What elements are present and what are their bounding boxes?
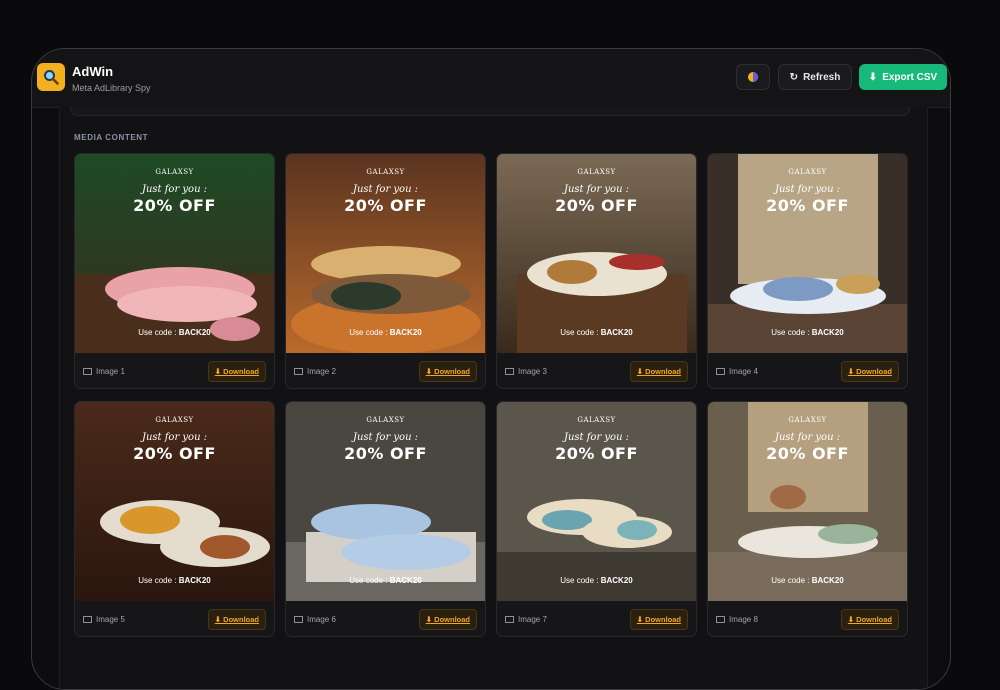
ad-image[interactable]: GALAXSY Just for you : 20% OFF Use code …	[75, 154, 274, 353]
ad-offer: 20% OFF	[766, 444, 849, 463]
ad-brand: GALAXSY	[155, 416, 194, 424]
ad-tagline: Just for you :	[563, 432, 630, 443]
ad-offer: 20% OFF	[766, 196, 849, 215]
ad-tagline: Just for you :	[563, 184, 630, 195]
image-label: Image 3	[505, 367, 547, 376]
ad-tagline: Just for you :	[774, 184, 841, 195]
ad-offer: 20% OFF	[344, 444, 427, 463]
ad-tagline: Just for you :	[352, 184, 419, 195]
media-card: GALAXSY Just for you : 20% OFF Use code …	[74, 153, 275, 389]
export-csv-button[interactable]: ⬇ Export CSV	[859, 64, 947, 90]
theme-toggle-button[interactable]	[736, 64, 770, 90]
app-title: AdWin	[72, 64, 114, 79]
card-footer: Image 2 ⬇ Download	[286, 353, 485, 388]
ad-code-line: Use code : BACK20	[349, 576, 422, 585]
ad-offer: 20% OFF	[133, 444, 216, 463]
image-label: Image 6	[294, 615, 336, 624]
ad-tagline: Just for you :	[774, 432, 841, 443]
theme-toggle-icon	[748, 72, 758, 82]
download-button[interactable]: ⬇ Download	[629, 361, 688, 382]
card-footer: Image 6 ⬇ Download	[286, 601, 485, 636]
ad-code-line: Use code : BACK20	[138, 328, 211, 337]
image-label: Image 2	[294, 367, 336, 376]
ad-code-line: Use code : BACK20	[560, 328, 633, 337]
ad-image[interactable]: GALAXSY Just for you : 20% OFF Use code …	[708, 402, 907, 601]
ad-code-line: Use code : BACK20	[560, 576, 633, 585]
image-label: Image 7	[505, 615, 547, 624]
ad-image[interactable]: GALAXSY Just for you : 20% OFF Use code …	[286, 402, 485, 601]
card-footer: Image 1 ⬇ Download	[75, 353, 274, 388]
ad-detail-panel: MEDIA CONTENT GALAXSY Just for you : 20%	[59, 107, 928, 689]
ad-offer: 20% OFF	[555, 196, 638, 215]
ad-tagline: Just for you :	[352, 432, 419, 443]
card-footer: Image 4 ⬇ Download	[708, 353, 907, 388]
image-icon	[83, 368, 92, 375]
download-button[interactable]: ⬇ Download	[207, 361, 266, 382]
image-icon	[505, 368, 514, 375]
app-window: AdWin Meta AdLibrary Spy ↻ Refresh ⬇ Exp…	[31, 48, 951, 690]
ad-image[interactable]: GALAXSY Just for you : 20% OFF Use code …	[708, 154, 907, 353]
media-card: GALAXSY Just for you : 20% OFF Use code …	[285, 401, 486, 637]
ad-brand: GALAXSY	[788, 416, 827, 424]
ad-offer: 20% OFF	[344, 196, 427, 215]
ad-tagline: Just for you :	[141, 432, 208, 443]
card-footer: Image 7 ⬇ Download	[497, 601, 696, 636]
download-button[interactable]: ⬇ Download	[418, 609, 477, 630]
media-card: GALAXSY Just for you : 20% OFF Use code …	[707, 401, 908, 637]
download-button[interactable]: ⬇ Download	[207, 609, 266, 630]
ad-image[interactable]: GALAXSY Just for you : 20% OFF Use code …	[497, 402, 696, 601]
image-icon	[83, 616, 92, 623]
ad-brand: GALAXSY	[155, 168, 194, 176]
ad-tagline: Just for you :	[141, 184, 208, 195]
media-card: GALAXSY Just for you : 20% OFF Use code …	[496, 153, 697, 389]
image-icon	[294, 368, 303, 375]
ad-offer: 20% OFF	[133, 196, 216, 215]
refresh-icon: ↻	[789, 71, 799, 83]
card-footer: Image 5 ⬇ Download	[75, 601, 274, 636]
image-label: Image 1	[83, 367, 125, 376]
card-footer: Image 8 ⬇ Download	[708, 601, 907, 636]
media-card: GALAXSY Just for you : 20% OFF Use code …	[707, 153, 908, 389]
ad-brand: GALAXSY	[788, 168, 827, 176]
image-label: Image 8	[716, 615, 758, 624]
ad-image[interactable]: GALAXSY Just for you : 20% OFF Use code …	[286, 154, 485, 353]
image-icon	[505, 616, 514, 623]
refresh-button[interactable]: ↻ Refresh	[778, 64, 852, 90]
download-button[interactable]: ⬇ Download	[840, 609, 899, 630]
ad-image[interactable]: GALAXSY Just for you : 20% OFF Use code …	[75, 402, 274, 601]
ad-image[interactable]: GALAXSY Just for you : 20% OFF Use code …	[497, 154, 696, 353]
section-title: MEDIA CONTENT	[74, 133, 149, 142]
previous-section-stub	[70, 107, 910, 116]
image-icon	[716, 616, 725, 623]
ad-code-line: Use code : BACK20	[771, 576, 844, 585]
download-button[interactable]: ⬇ Download	[840, 361, 899, 382]
refresh-label: Refresh	[803, 71, 841, 83]
app-header: AdWin Meta AdLibrary Spy ↻ Refresh ⬇ Exp…	[32, 49, 950, 108]
media-card: GALAXSY Just for you : 20% OFF Use code …	[74, 401, 275, 637]
ad-code-line: Use code : BACK20	[138, 576, 211, 585]
image-icon	[716, 368, 725, 375]
ad-offer: 20% OFF	[555, 444, 638, 463]
app-subtitle: Meta AdLibrary Spy	[72, 83, 151, 93]
media-card: GALAXSY Just for you : 20% OFF Use code …	[285, 153, 486, 389]
media-grid: GALAXSY Just for you : 20% OFF Use code …	[74, 153, 908, 637]
ad-code-line: Use code : BACK20	[349, 328, 422, 337]
download-button[interactable]: ⬇ Download	[418, 361, 477, 382]
image-label: Image 5	[83, 615, 125, 624]
magnifier-logo-icon	[37, 63, 65, 91]
ad-code-line: Use code : BACK20	[771, 328, 844, 337]
download-icon: ⬇	[868, 71, 878, 83]
media-card: GALAXSY Just for you : 20% OFF Use code …	[496, 401, 697, 637]
ad-brand: GALAXSY	[366, 416, 405, 424]
ad-brand: GALAXSY	[577, 168, 616, 176]
image-icon	[294, 616, 303, 623]
export-label: Export CSV	[882, 71, 938, 83]
image-label: Image 4	[716, 367, 758, 376]
download-button[interactable]: ⬇ Download	[629, 609, 688, 630]
ad-brand: GALAXSY	[577, 416, 616, 424]
ad-brand: GALAXSY	[366, 168, 405, 176]
card-footer: Image 3 ⬇ Download	[497, 353, 696, 388]
